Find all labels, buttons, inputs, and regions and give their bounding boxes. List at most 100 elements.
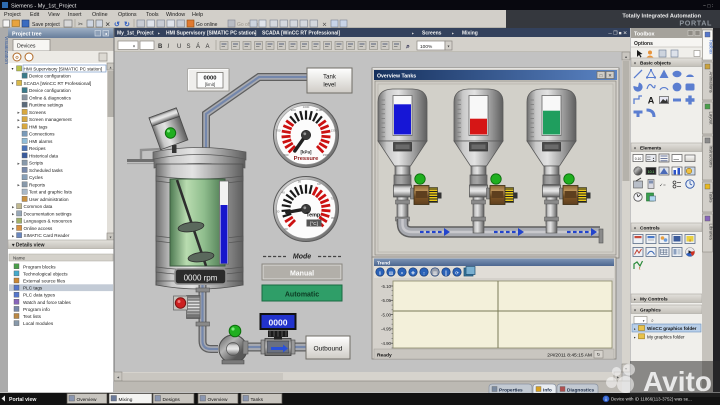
svg-text:80: 80 xyxy=(331,216,335,220)
svg-text:1100: 1100 xyxy=(316,108,323,112)
svg-text:A: A xyxy=(648,96,655,106)
svg-text:0000: 0000 xyxy=(268,318,287,328)
svg-text:1000: 1000 xyxy=(303,105,310,109)
svg-text:▸: ▸ xyxy=(254,30,256,35)
svg-text:1300: 1300 xyxy=(331,129,338,133)
svg-text:Project tree: Project tree xyxy=(12,31,42,37)
svg-text:Mixing: Mixing xyxy=(119,397,133,403)
svg-text:My Controls: My Controls xyxy=(640,296,668,302)
svg-text:Ready: Ready xyxy=(377,352,392,358)
svg-text:My graphics folder: My graphics folder xyxy=(647,335,685,340)
svg-text:▼: ▼ xyxy=(109,236,112,240)
svg-text:Documentation settings: Documentation settings xyxy=(24,211,73,216)
svg-text:!: ! xyxy=(689,238,690,243)
svg-text:Trend: Trend xyxy=(377,260,390,266)
svg-text:2/4/2011 8:45:15 AM: 2/4/2011 8:45:15 AM xyxy=(547,352,592,358)
svg-text:║: ║ xyxy=(444,269,447,276)
svg-text:Automatic: Automatic xyxy=(285,292,319,299)
svg-text:Mode: Mode xyxy=(293,254,311,261)
svg-text:Toolbox: Toolbox xyxy=(708,40,713,56)
svg-text:10.1: 10.1 xyxy=(648,170,655,174)
svg-text:Graphics: Graphics xyxy=(640,307,661,313)
svg-text:ℹ: ℹ xyxy=(379,270,381,275)
svg-text:50: 50 xyxy=(298,180,302,184)
svg-text:◄: ◄ xyxy=(116,376,120,380)
svg-text:▾: ▾ xyxy=(643,319,645,323)
svg-text:Tasks: Tasks xyxy=(708,192,713,203)
svg-text:Options: Options xyxy=(634,41,653,47)
svg-text:[kPa]: [kPa] xyxy=(300,150,312,155)
svg-text:Avito: Avito xyxy=(643,366,712,397)
svg-text:HMI alarms: HMI alarms xyxy=(29,139,53,144)
svg-text:Languages & resources: Languages & resources xyxy=(24,219,73,224)
svg-text:Program blocks: Program blocks xyxy=(23,264,56,269)
svg-text:0000: 0000 xyxy=(204,76,217,82)
svg-text:20: 20 xyxy=(284,227,288,231)
svg-text:↺: ↺ xyxy=(114,22,120,29)
svg-text:HMI tags: HMI tags xyxy=(29,124,48,129)
svg-text:-5.10: -5.10 xyxy=(381,284,392,289)
svg-text:Tools: Tools xyxy=(146,12,159,18)
svg-text:i: i xyxy=(605,397,606,402)
svg-text:Designs: Designs xyxy=(163,397,181,403)
svg-text:PLC data types: PLC data types xyxy=(23,293,56,298)
svg-text:Portal view: Portal view xyxy=(9,397,37,403)
svg-text:40: 40 xyxy=(281,190,285,194)
svg-text:HMI Supervisory [SIMATIC PC st: HMI Supervisory [SIMATIC PC station] xyxy=(166,31,257,37)
svg-text:-4.95: -4.95 xyxy=(381,327,392,332)
svg-text:▾: ▾ xyxy=(634,60,636,65)
svg-text:Screens: Screens xyxy=(29,110,47,115)
svg-text:Animations: Animations xyxy=(708,72,713,93)
svg-text:PLC tags: PLC tags xyxy=(23,286,43,291)
svg-text:HMI Supervisory [SIMATIC PC st: HMI Supervisory [SIMATIC PC station] xyxy=(24,66,103,71)
svg-text:700: 700 xyxy=(276,129,281,133)
svg-text:Tank: Tank xyxy=(323,75,337,81)
svg-text:Name: Name xyxy=(13,255,26,260)
svg-text:Info: Info xyxy=(543,388,552,394)
svg-text:Siemens - My_1st_Project: Siemens - My_1st_Project xyxy=(11,4,77,10)
svg-text:✕: ✕ xyxy=(322,23,327,29)
svg-text:Screens: Screens xyxy=(422,31,442,37)
svg-text:▸: ▸ xyxy=(634,335,636,339)
svg-text:Program info: Program info xyxy=(23,307,50,312)
svg-text:Online: Online xyxy=(92,12,108,18)
svg-text:Controls: Controls xyxy=(640,225,660,231)
svg-text:▸: ▸ xyxy=(634,296,636,301)
svg-text:Project: Project xyxy=(4,12,21,18)
svg-text:Pressure: Pressure xyxy=(294,156,320,162)
svg-text:↻: ↻ xyxy=(124,22,130,29)
svg-text:SIMATIC Card Reader: SIMATIC Card Reader xyxy=(24,233,70,238)
svg-text:User administration: User administration xyxy=(29,197,69,202)
svg-text:─ ❐ ■ ✕: ─ ❐ ■ ✕ xyxy=(607,31,627,37)
svg-text:Properties: Properties xyxy=(499,388,523,394)
svg-text:▲: ▲ xyxy=(109,66,112,70)
svg-text:Cycles: Cycles xyxy=(29,175,43,180)
svg-text:▤: ▤ xyxy=(389,270,394,275)
svg-text:U: U xyxy=(177,44,181,50)
svg-text:⌕: ⌕ xyxy=(651,318,654,324)
svg-text:Scheduled tasks: Scheduled tasks xyxy=(29,168,63,173)
svg-text:Tanks: Tanks xyxy=(251,397,264,403)
svg-text:✕: ✕ xyxy=(608,73,612,78)
svg-text:▸: ▸ xyxy=(158,30,160,35)
svg-text:-5.05: -5.05 xyxy=(381,298,392,303)
svg-text:Watch and force tables: Watch and force tables xyxy=(23,300,71,305)
svg-text:Help: Help xyxy=(192,12,203,18)
svg-text:PORTAL: PORTAL xyxy=(679,19,712,28)
svg-text:Overview Tanks: Overview Tanks xyxy=(377,73,416,79)
svg-text:Basic objects: Basic objects xyxy=(640,60,671,66)
svg-text:▾ Details view: ▾ Details view xyxy=(11,243,45,249)
svg-text:Libraries: Libraries xyxy=(708,224,713,240)
svg-text:Instructions: Instructions xyxy=(708,146,713,168)
svg-text:Insert: Insert xyxy=(68,12,82,18)
svg-text:level: level xyxy=(323,83,335,89)
svg-text:▸: ▸ xyxy=(452,30,454,35)
svg-text:▲: ▲ xyxy=(624,55,628,59)
svg-text:Temp.: Temp. xyxy=(306,213,322,219)
svg-text:[°C]: [°C] xyxy=(310,221,318,226)
svg-text:Á: Á xyxy=(196,43,200,50)
svg-text:WinCC graphics folder: WinCC graphics folder xyxy=(647,326,697,331)
svg-text:View: View xyxy=(48,12,60,18)
svg-text:✓=: ✓= xyxy=(659,183,666,188)
svg-text:100%: 100% xyxy=(420,44,433,50)
